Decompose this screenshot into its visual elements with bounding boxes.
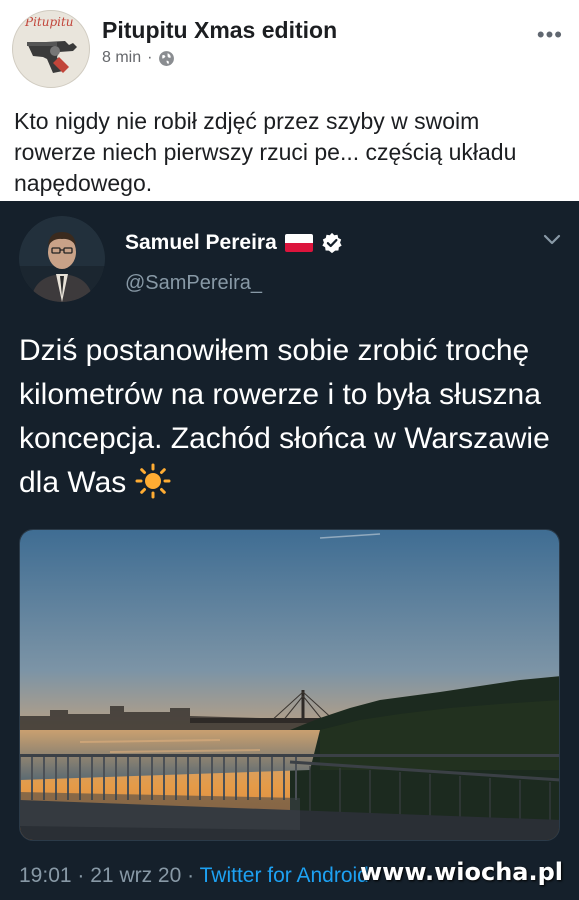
author-avatar[interactable] (19, 216, 105, 302)
embedded-tweet: Samuel Pereira @SamPereira_ Dziś postano… (0, 201, 579, 900)
post-meta: 8 min · (102, 49, 175, 67)
author-photo-icon (19, 216, 105, 302)
author-name: Samuel Pereira (125, 231, 277, 254)
author-handle[interactable]: @SamPereira_ (125, 272, 262, 295)
author-name-row[interactable]: Samuel Pereira (125, 231, 343, 255)
tweet-date[interactable]: 21 wrz 20 (90, 864, 181, 887)
meta-separator: · (147, 49, 153, 66)
more-options-icon[interactable]: ••• (537, 22, 563, 48)
page-name[interactable]: Pitupitu Xmas edition (102, 17, 337, 44)
post-text: Kto nigdy nie robił zdjęć przez szyby w … (14, 108, 517, 196)
sun-emoji-icon (135, 463, 171, 499)
warsaw-sunset-image (20, 530, 559, 840)
poland-flag-icon (284, 234, 313, 252)
globe-icon (159, 50, 175, 66)
tweet-time[interactable]: 19:01 (19, 864, 72, 887)
verified-badge-icon (322, 232, 342, 254)
tweet-text: Dziś postanowiłem sobie zrobić trochę ki… (19, 329, 564, 505)
tweet-body: Dziś postanowiłem sobie zrobić trochę ki… (19, 334, 550, 499)
footer-separator-1: · (77, 864, 85, 887)
tweet-footer: 19:01 · 21 wrz 20 · Twitter for Android (19, 864, 369, 888)
facebook-post: Pitupitu Pitupitu Xmas edition 8 min · •… (0, 0, 579, 201)
revolver-logo-icon (27, 41, 77, 73)
post-time[interactable]: 8 min (102, 49, 141, 67)
sunset-photo[interactable] (19, 529, 560, 841)
tweet-source-link[interactable]: Twitter for Android (200, 864, 369, 887)
chevron-down-icon[interactable] (543, 234, 561, 246)
watermark: www.wiocha.pl (359, 858, 563, 886)
footer-separator-2: · (187, 864, 195, 887)
page-avatar[interactable]: Pitupitu (12, 10, 90, 88)
